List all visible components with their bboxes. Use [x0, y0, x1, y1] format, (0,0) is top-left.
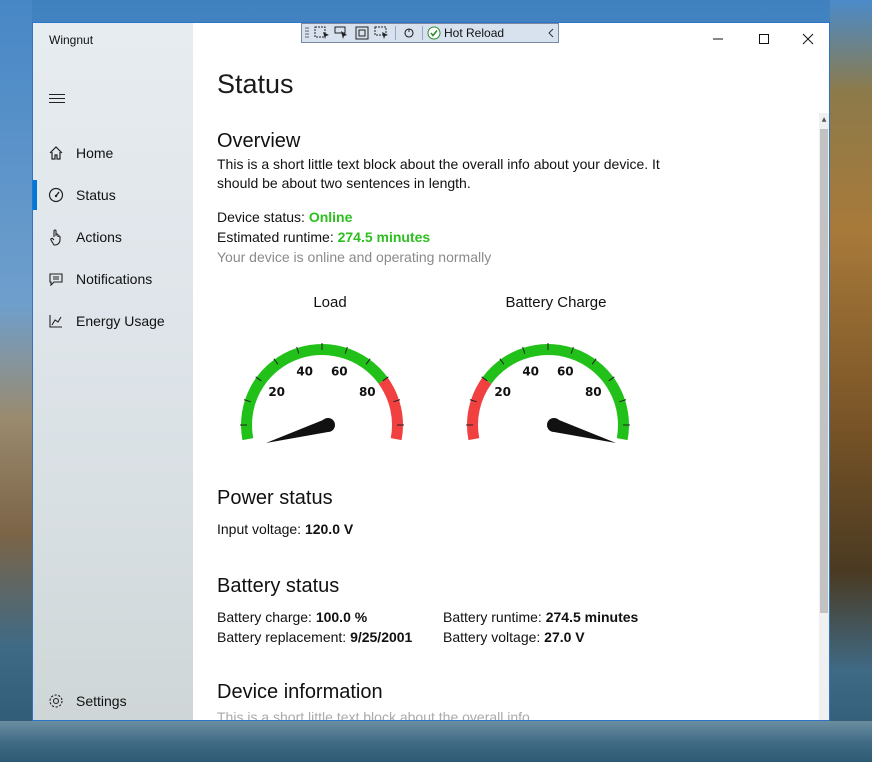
input-voltage-row: Input voltage: 120.0 V [217, 521, 353, 537]
hot-reload-toolbar: Hot Reload [301, 23, 559, 43]
scroll-up-arrow-icon[interactable]: ▲ [819, 113, 829, 125]
nav-item-energy-usage[interactable]: Energy Usage [33, 301, 193, 341]
home-icon [47, 144, 65, 162]
load-gauge-zone-1 [378, 377, 403, 441]
battery-replacement-value: 9/25/2001 [350, 629, 413, 645]
power-status-heading: Power status [217, 487, 333, 509]
app-title: Wingnut [49, 33, 94, 47]
status-page: Status Overview This is a short little t… [193, 23, 829, 721]
status-note: Your device is online and operating norm… [217, 249, 492, 265]
notification-icon [47, 270, 65, 288]
battery-gauge-title: Battery Charge [505, 294, 607, 311]
settings-gear-icon [47, 692, 65, 710]
battery-charge-label: Battery charge: [217, 609, 312, 625]
battery-runtime-label: Battery runtime: [443, 609, 542, 625]
estimated-runtime-value: 274.5 minutes [337, 229, 431, 245]
load-gauge-tick-label: 80 [359, 385, 376, 399]
battery-gauge-tick-label: 40 [522, 365, 539, 379]
frame-icon[interactable] [352, 25, 372, 41]
hamburger-menu-icon[interactable] [49, 94, 65, 104]
battery-gauge-needle [554, 418, 616, 443]
page-title: Status [217, 69, 294, 99]
toolbar-separator [395, 26, 396, 40]
nav-item-home[interactable]: Home [33, 133, 193, 173]
load-gauge-needle [266, 418, 328, 443]
select-element-icon[interactable] [312, 25, 332, 41]
navigation-pane: Wingnut Home Status Actions Notification… [33, 23, 193, 720]
nav-item-notifications[interactable]: Notifications [33, 259, 193, 299]
vertical-scrollbar[interactable]: ▲ [819, 113, 829, 720]
load-gauge-needle-hub [321, 418, 335, 432]
battery-gauge-tick-label: 20 [494, 385, 511, 399]
battery-gauge-tick-label: 80 [585, 385, 602, 399]
battery-charge-gauge: 020406080100100 % [466, 343, 630, 443]
battery-runtime-value: 274.5 minutes [545, 609, 639, 625]
device-information-heading: Device information [217, 681, 383, 703]
toolbar-separator [422, 26, 423, 40]
battery-charge-row: Battery charge: 100.0 % [217, 609, 367, 625]
battery-voltage-value: 27.0 V [544, 629, 585, 645]
battery-charge-value: 100.0 % [315, 609, 368, 625]
hot-reload-button[interactable]: Hot Reload [444, 26, 504, 40]
nav-item-settings[interactable]: Settings [33, 681, 193, 720]
battery-voltage-label: Battery voltage: [443, 629, 541, 645]
nav-item-label: Actions [76, 229, 122, 245]
device-information-description: This is a short little text block about … [217, 709, 534, 721]
grip-icon[interactable] [302, 25, 312, 41]
battery-gauge-tick-label: 60 [557, 365, 574, 379]
device-status-row: Device status: Online [217, 209, 352, 225]
estimated-runtime-label: Estimated runtime: [217, 229, 334, 245]
overview-description: This is a short little text block about … [217, 156, 660, 191]
inspect-icon[interactable] [372, 25, 392, 41]
nav-item-status[interactable]: Status [33, 175, 193, 215]
collapse-icon[interactable] [544, 25, 558, 41]
load-gauge-tick-label: 60 [331, 365, 348, 379]
battery-gauge-zone-0 [467, 377, 492, 441]
load-gauge-tick-label: 20 [268, 385, 285, 399]
nav-item-label: Status [76, 187, 116, 203]
battery-gauge-needle-hub [547, 418, 561, 432]
check-icon [426, 25, 442, 41]
desktop-background-right [830, 0, 872, 762]
input-voltage-label: Input voltage: [217, 521, 302, 537]
device-status-label: Device status: [217, 209, 305, 225]
device-status-value: Online [308, 209, 353, 225]
battery-status-heading: Battery status [217, 575, 340, 597]
load-gauge-tick-label: 40 [296, 365, 313, 379]
estimated-runtime-row: Estimated runtime: 274.5 minutes [217, 229, 430, 245]
load-gauge-title: Load [313, 294, 347, 311]
nav-item-label: Energy Usage [76, 313, 165, 329]
battery-runtime-row: Battery runtime: 274.5 minutes [443, 609, 638, 625]
nav-item-label: Home [76, 145, 114, 161]
nav-item-label: Notifications [76, 271, 153, 287]
nav-item-actions[interactable]: Actions [33, 217, 193, 257]
app-window: Wingnut Home Status Actions Notification… [32, 22, 830, 721]
battery-voltage-row: Battery voltage: 27.0 V [443, 629, 585, 645]
desktop-background-bottom [0, 721, 872, 762]
battery-replacement-row: Battery replacement: 9/25/2001 [217, 629, 412, 645]
hand-icon [47, 228, 65, 246]
overview-heading: Overview [217, 130, 301, 152]
settings-label: Settings [76, 693, 127, 709]
gauge-icon [47, 186, 65, 204]
scrollbar-thumb[interactable] [820, 129, 828, 613]
chart-icon [47, 312, 65, 330]
battery-replacement-label: Battery replacement: [217, 629, 347, 645]
desktop-background-left [0, 0, 32, 762]
pointer-icon[interactable] [332, 25, 352, 41]
refresh-icon[interactable] [399, 25, 419, 41]
input-voltage-value: 120.0 V [304, 521, 354, 537]
load-gauge: 0204060801000 % [240, 343, 404, 443]
